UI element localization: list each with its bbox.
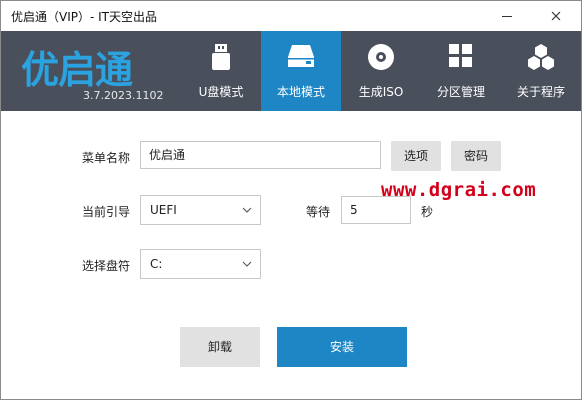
tab-create-iso[interactable]: 生成ISO (341, 31, 421, 111)
brand: 优启通 3.7.2023.1102 (21, 39, 171, 109)
chevron-down-icon (242, 261, 252, 267)
disc-icon (368, 44, 394, 70)
chevron-down-icon (242, 207, 252, 213)
brand-logo: 优启通 (21, 48, 133, 92)
close-button[interactable] (536, 1, 576, 31)
drive-letter-value: C: (150, 257, 163, 271)
menu-name-label: 菜单名称 (82, 151, 131, 165)
header-banner: 优启通 3.7.2023.1102 U盘模式 本地模式 生成ISO 分区管理 关… (1, 31, 581, 111)
title-bar[interactable]: 优启通（VIP）- IT天空出品 (1, 1, 581, 31)
watermark-text: www.dgrai.com (381, 179, 537, 201)
usb-drive-icon (212, 44, 230, 70)
boot-select[interactable]: UEFI (140, 195, 261, 225)
install-button[interactable]: 安装 (277, 327, 407, 367)
wait-label: 等待 (306, 205, 331, 219)
wait-seconds-value: 5 (350, 203, 358, 217)
boot-select-value: UEFI (150, 203, 177, 217)
hexagons-icon (528, 44, 554, 70)
tab-partition-manager-label: 分区管理 (436, 85, 485, 99)
tab-about[interactable]: 关于程序 (501, 31, 581, 111)
boot-label: 当前引导 (82, 205, 131, 219)
drive-letter-label: 选择盘符 (82, 259, 131, 273)
version-label: 3.7.2023.1102 (83, 89, 164, 102)
options-button[interactable]: 选项 (391, 141, 441, 171)
tab-about-label: 关于程序 (516, 85, 565, 99)
password-button[interactable]: 密码 (451, 141, 501, 171)
tab-usb-mode-label: U盘模式 (198, 85, 244, 99)
app-window: 优启通（VIP）- IT天空出品 优启通 3.7.2023.1102 U盘模式 … (0, 0, 582, 400)
menu-name-value: 优启通 (149, 148, 186, 162)
tab-create-iso-label: 生成ISO (358, 85, 404, 99)
uninstall-button[interactable]: 卸载 (180, 327, 260, 367)
close-icon (551, 11, 561, 21)
drive-letter-select[interactable]: C: (140, 249, 261, 279)
tab-usb-mode[interactable]: U盘模式 (181, 31, 261, 111)
menu-name-input[interactable]: 优启通 (140, 141, 381, 169)
seconds-unit-label: 秒 (421, 205, 434, 219)
minimize-button[interactable] (487, 1, 527, 31)
hard-drive-icon (288, 45, 314, 67)
minimize-icon (502, 15, 512, 17)
tab-local-mode-label: 本地模式 (276, 85, 325, 99)
grid-icon (449, 44, 472, 67)
window-title: 优启通（VIP）- IT天空出品 (11, 10, 157, 24)
tab-local-mode[interactable]: 本地模式 (261, 31, 341, 111)
tab-partition-manager[interactable]: 分区管理 (421, 31, 501, 111)
